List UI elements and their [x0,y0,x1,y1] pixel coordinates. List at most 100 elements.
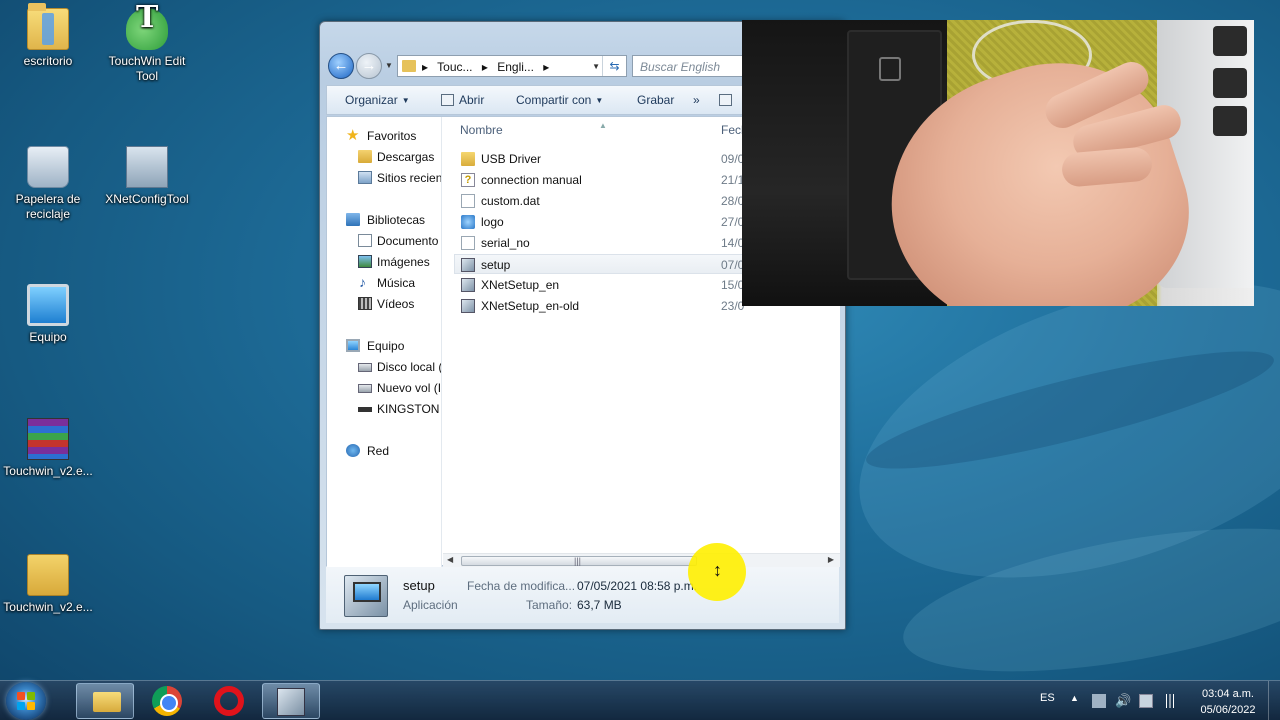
details-file-type: Aplicación [403,598,458,612]
desktop-icon-label: Touchwin_v2.e... [3,464,93,478]
refresh-button[interactable]: ⇆ [602,56,626,76]
details-size-value: 63,7 MB [577,598,622,612]
music-icon: ♪ [359,274,366,290]
action-center-icon[interactable] [1092,694,1106,708]
view-icon [719,94,732,106]
zip-folder-icon [27,554,69,596]
usb-drive-icon [358,407,372,412]
start-button[interactable] [6,682,46,720]
arrow-left-icon: ← [333,57,349,74]
scrollbar-thumb[interactable]: ||| [461,556,697,566]
folder-icon [27,3,69,50]
show-desktop-button[interactable] [1268,681,1280,720]
details-size-label: Tamaño: [526,598,573,612]
desktop-icon-touchwin[interactable]: TouchWin Edit Tool [99,8,195,84]
column-header-name[interactable]: ▲ Nombre [460,121,607,137]
navigation-pane[interactable]: ★ Favoritos Descargas Sitios recien Bibl… [327,117,442,567]
folder-icon [402,60,416,72]
keyboard-key [1213,26,1247,56]
desktop-icon-touchwin-zip[interactable]: Touchwin_v2.e... [0,554,96,615]
grip-icon: ||| [574,556,582,566]
keyboard-key [1213,68,1247,98]
desktop-icon-label: XNetConfigTool [105,192,189,206]
windows-logo-icon [17,692,35,710]
signal-bars-icon[interactable] [1163,694,1177,708]
hard-disk-icon [358,384,372,393]
keyboard-key [1213,106,1247,136]
details-modified-label: Fecha de modifica... [467,579,576,593]
details-modified-value: 07/05/2021 08:58 p.m. [577,579,698,593]
folder-icon [461,152,475,166]
volume-icon[interactable]: 🔊 [1115,694,1131,708]
back-button[interactable]: ← [328,53,354,79]
chrome-icon [152,686,182,716]
address-dropdown-button[interactable]: ▼ [592,62,600,71]
opera-icon [214,686,244,716]
libraries-icon [346,213,360,226]
scroll-right-icon[interactable]: ▶ [828,555,834,564]
hard-disk-icon [358,363,372,372]
computer-icon [346,339,360,352]
recent-places-icon [358,171,372,184]
help-file-icon: ? [461,173,475,187]
clock[interactable]: 03:04 a.m. 05/06/2022 [1190,686,1266,718]
windows-explorer-icon [93,692,121,712]
image-file-icon [461,215,475,229]
taskbar-explorer-button[interactable] [76,683,134,719]
desktop-icon-label: Touchwin_v2.e... [3,600,93,614]
documents-icon [358,234,372,247]
horizontal-scrollbar[interactable]: ◀ ||| ▶ [443,553,840,567]
clock-date: 05/06/2022 [1200,704,1256,716]
details-file-name: setup [403,578,435,593]
more-commands-button[interactable]: » [693,93,700,107]
forward-button[interactable]: → [356,53,382,79]
winrar-archive-icon [27,418,69,460]
blank-file-icon [461,194,475,208]
view-options-button[interactable] [719,93,737,107]
taskbar-opera-button[interactable] [200,683,258,719]
pictures-icon [358,255,372,268]
open-icon [441,94,454,106]
desktop-icon-computer[interactable]: Equipo [0,284,96,345]
setup-exe-icon [461,258,475,272]
burn-button[interactable]: Grabar [637,93,674,107]
show-hidden-icons-button[interactable]: ▲ [1070,693,1079,720]
address-bar[interactable]: ▸ Touc... ▸ Engli... ▸ ▼ ⇆ [397,55,627,77]
desktop-icon-escritorio[interactable]: escritorio [0,3,96,69]
taskbar-setup-button[interactable] [262,683,320,719]
webcam-overlay [742,20,1254,306]
taskbar: ES ▲ 🔊 03:04 a.m. 05/06/2022 [0,680,1280,720]
resize-cursor-icon: ↕ [713,560,722,580]
network-icon [346,444,360,457]
breadcrumb: ▸ Touc... ▸ Engli... ▸ [422,60,550,74]
star-icon: ★ [346,127,360,144]
scroll-left-icon[interactable]: ◀ [447,555,453,564]
desktop-icon-recycle-bin[interactable]: Papelera de reciclaje [0,146,96,222]
downloads-folder-icon [358,150,372,163]
breadcrumb-item[interactable]: Engli... [497,60,534,74]
taskbar-chrome-button[interactable] [138,683,196,719]
organize-button[interactable]: Organizar ▼ [345,93,410,107]
open-button[interactable]: Abrir [441,93,484,107]
recycle-bin-icon [27,146,69,188]
recent-pages-dropdown[interactable]: ▼ [385,61,393,70]
cursor-highlight: ↕ [688,543,746,601]
desktop-icon-label: TouchWin Edit Tool [108,54,186,83]
setup-exe-icon [461,278,475,292]
desktop-icon-xnetconfig[interactable]: XNetConfigTool [99,146,195,207]
blank-file-icon [461,236,475,250]
videos-icon [358,297,372,310]
share-with-button[interactable]: Compartir con ▼ [516,93,603,107]
desktop-icon-label: Equipo [29,330,67,344]
arrow-right-icon: → [361,57,377,74]
usb-port-icon [879,57,901,81]
details-pane: setup Aplicación Fecha de modifica... 07… [326,567,839,623]
desktop-icon-touchwin-archive[interactable]: Touchwin_v2.e... [0,418,96,479]
breadcrumb-item[interactable]: Touc... [437,60,472,74]
setup-app-icon [277,688,305,716]
touchwin-icon [126,8,168,50]
language-indicator[interactable]: ES [1040,692,1055,720]
setup-app-icon [344,575,388,617]
xnetconfig-icon [126,146,168,188]
network-disconnected-icon[interactable] [1139,694,1153,708]
